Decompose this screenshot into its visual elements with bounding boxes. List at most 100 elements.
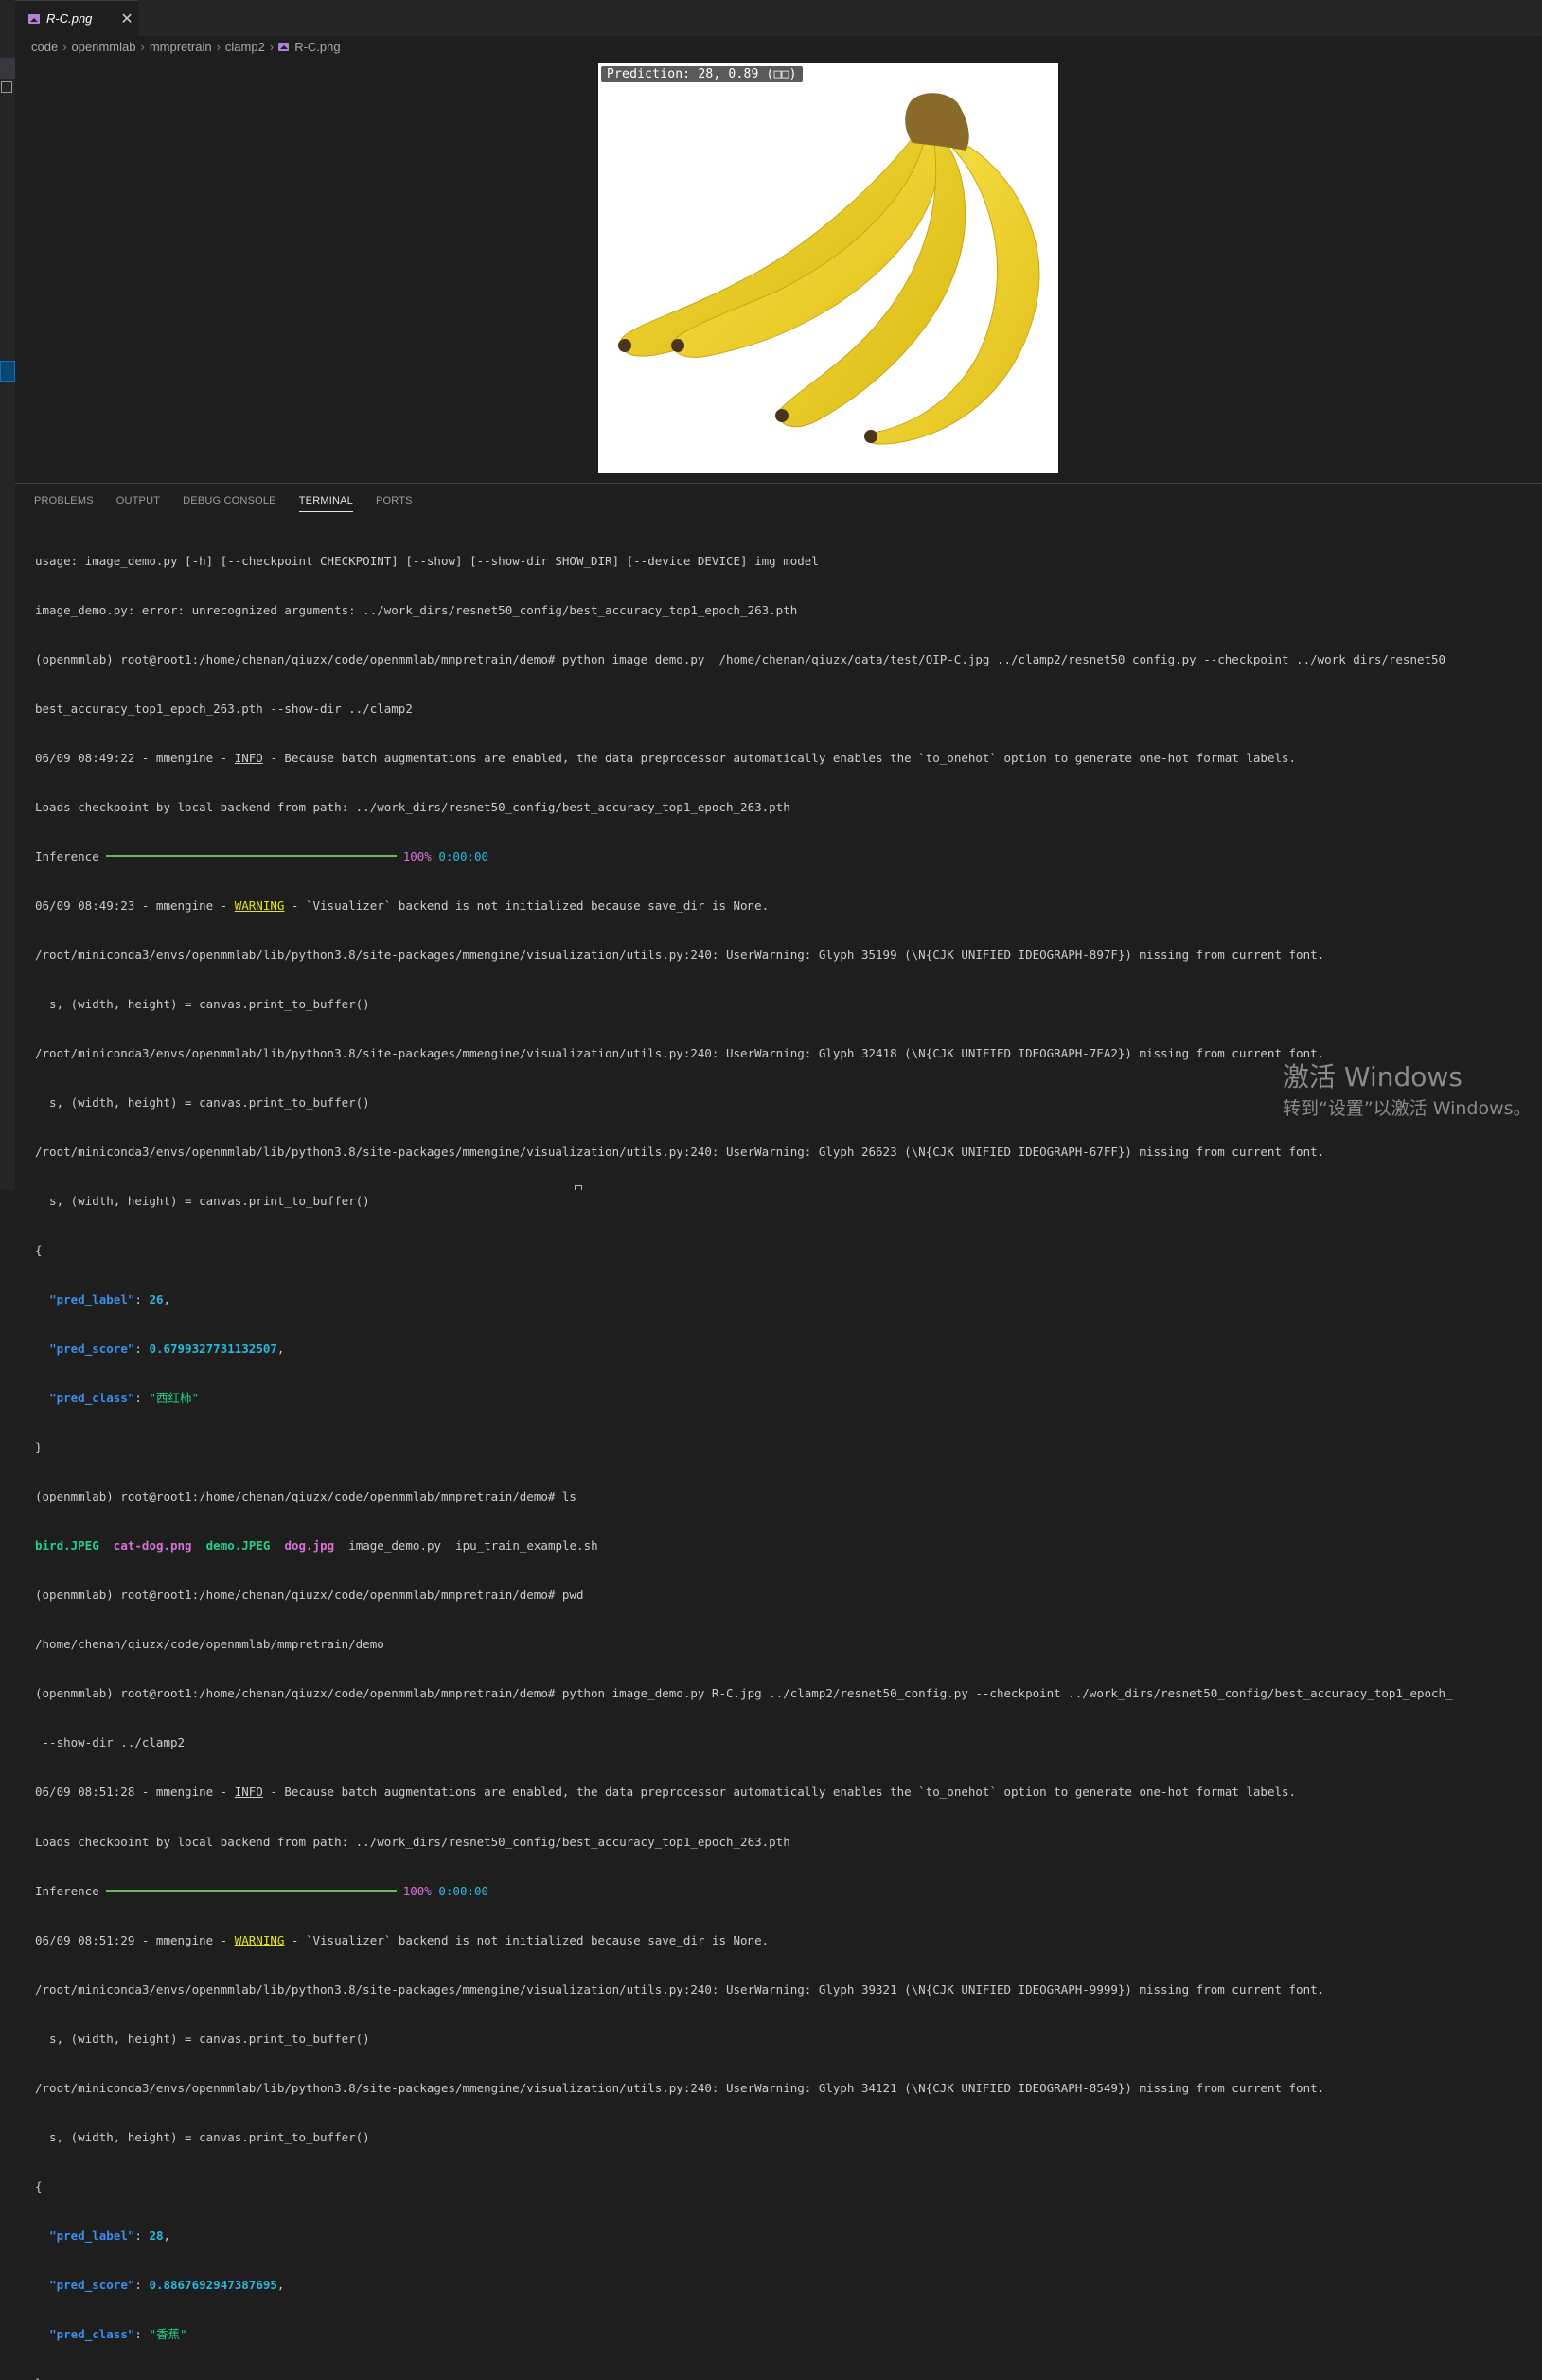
log-level-info: INFO bbox=[234, 750, 263, 765]
windows-activation-watermark: 激活 Windows 转到“设置”以激活 Windows。 bbox=[1283, 1060, 1532, 1123]
watermark-title: 激活 Windows bbox=[1283, 1061, 1462, 1092]
json-key: "pred_score" bbox=[49, 1341, 135, 1357]
terminal-line: Loads checkpoint by local backend from p… bbox=[35, 1834, 790, 1849]
terminal-line: s, (width, height) = canvas.print_to_buf… bbox=[35, 2129, 370, 2144]
terminal-line: "pred_class": "香蕉" bbox=[49, 2326, 187, 2341]
log-prefix: 06/09 08:49:22 - mmengine - bbox=[35, 750, 235, 765]
terminal-line: /home/chenan/qiuzx/code/openmmlab/mmpret… bbox=[35, 1637, 384, 1652]
terminal-line: { bbox=[35, 1243, 43, 1258]
tab-terminal[interactable]: TERMINAL bbox=[298, 484, 354, 516]
mouse-cursor bbox=[575, 1185, 582, 1190]
file-entry: dog.jpg bbox=[284, 1538, 335, 1554]
chevron-right-icon: › bbox=[216, 39, 221, 54]
terminal-line: bird.JPEG cat-dog.png demo.JPEG dog.jpg … bbox=[35, 1537, 1542, 1554]
terminal-line: usage: image_demo.py [-h] [--checkpoint … bbox=[35, 553, 819, 568]
progress-time: 0:00:00 bbox=[438, 848, 489, 863]
terminal-line: (openmmlab) root@root1:/home/chenan/qiuz… bbox=[35, 1588, 584, 1603]
terminal-line: 06/09 08:49:22 - mmengine - INFO - Becau… bbox=[35, 750, 1542, 766]
tab-output[interactable]: OUTPUT bbox=[116, 484, 160, 516]
breadcrumb-item-file[interactable]: R-C.png bbox=[294, 40, 340, 54]
terminal-output[interactable]: usage: image_demo.py [-h] [--checkpoint … bbox=[35, 520, 1542, 2380]
chevron-right-icon: › bbox=[140, 39, 145, 54]
terminal-line: (openmmlab) root@root1:/home/chenan/qiuz… bbox=[35, 1686, 1453, 1701]
terminal-line: Inference 100% 0:00:00 bbox=[35, 848, 1542, 864]
json-number: 0.6799327731132507 bbox=[149, 1341, 277, 1357]
terminal-line: 06/09 08:49:23 - mmengine - WARNING - `V… bbox=[35, 897, 1542, 914]
log-level-info: INFO bbox=[234, 1785, 263, 1800]
close-icon[interactable]: ✕ bbox=[120, 9, 133, 28]
json-key: "pred_class" bbox=[49, 1391, 135, 1406]
terminal-line: /root/miniconda3/envs/openmmlab/lib/pyth… bbox=[35, 1046, 1325, 1060]
log-prefix: 06/09 08:49:23 - mmengine - bbox=[35, 897, 235, 913]
editor-tab-bar: R-C.png ✕ bbox=[15, 0, 1542, 36]
tab-problems[interactable]: PROBLEMS bbox=[34, 484, 94, 516]
log-message: - Because batch augmentations are enable… bbox=[262, 1785, 1297, 1800]
tab-label: R-C.png bbox=[46, 11, 93, 26]
json-number: 26 bbox=[149, 1292, 164, 1307]
json-string: "西红柿" bbox=[149, 1391, 199, 1406]
banana-image bbox=[618, 93, 1040, 445]
file-entry: cat-dog.png bbox=[113, 1538, 192, 1554]
chevron-right-icon: › bbox=[62, 39, 67, 54]
log-prefix: 06/09 08:51:28 - mmengine - bbox=[35, 1785, 235, 1800]
log-message: - `Visualizer` backend is not initialize… bbox=[284, 1932, 770, 1947]
terminal-line: 06/09 08:51:28 - mmengine - INFO - Becau… bbox=[35, 1784, 1542, 1800]
terminal-line: /root/miniconda3/envs/openmmlab/lib/pyth… bbox=[35, 1145, 1325, 1160]
breadcrumb-item-mmpretrain[interactable]: mmpretrain bbox=[150, 40, 212, 54]
terminal-line: "pred_score": 0.8867692947387695, bbox=[49, 2277, 285, 2292]
terminal-line: "pred_label": 28, bbox=[49, 2228, 171, 2243]
terminal-line: 06/09 08:51:29 - mmengine - WARNING - `V… bbox=[35, 1932, 1542, 1948]
json-key: "pred_class" bbox=[49, 2326, 135, 2341]
log-level-warning: WARNING bbox=[234, 1932, 285, 1947]
prediction-label: Prediction: 28, 0.89 (□□) bbox=[601, 66, 803, 82]
panel-tabs: PROBLEMS OUTPUT DEBUG CONSOLE TERMINAL P… bbox=[34, 484, 435, 516]
breadcrumb-item-openmmlab[interactable]: openmmlab bbox=[72, 40, 136, 54]
log-prefix: 06/09 08:51:29 - mmengine - bbox=[35, 1932, 235, 1947]
progress-label: Inference bbox=[35, 1883, 99, 1898]
progress-percent: 100% bbox=[402, 1883, 432, 1898]
terminal-line: /root/miniconda3/envs/openmmlab/lib/pyth… bbox=[35, 1981, 1325, 1997]
terminal-line: /root/miniconda3/envs/openmmlab/lib/pyth… bbox=[35, 947, 1325, 962]
json-key: "pred_label" bbox=[49, 1292, 135, 1307]
terminal-line: } bbox=[35, 2375, 1542, 2380]
progress-percent: 100% bbox=[402, 848, 432, 863]
editor-tab-r-c-png[interactable]: R-C.png ✕ bbox=[15, 0, 138, 36]
progress-bar bbox=[105, 1889, 397, 1892]
file-entry: ipu_train_example.sh bbox=[455, 1538, 598, 1554]
json-number: 0.8867692947387695 bbox=[149, 2277, 277, 2292]
terminal-line: "pred_class": "西红柿" bbox=[49, 1391, 199, 1406]
json-string: "香蕉" bbox=[149, 2326, 187, 2341]
progress-bar bbox=[105, 854, 397, 857]
image-file-icon bbox=[278, 42, 290, 51]
tab-debug-console[interactable]: DEBUG CONSOLE bbox=[183, 484, 276, 516]
terminal-line: --show-dir ../clamp2 bbox=[35, 1735, 186, 1750]
watermark-subtitle: 转到“设置”以激活 Windows。 bbox=[1283, 1098, 1532, 1119]
json-number: 28 bbox=[149, 2228, 164, 2243]
breadcrumb-item-clamp2[interactable]: clamp2 bbox=[225, 40, 265, 54]
terminal-line: (openmmlab) root@root1:/home/chenan/qiuz… bbox=[35, 1489, 576, 1504]
json-key: "pred_label" bbox=[49, 2228, 135, 2243]
log-message: - `Visualizer` backend is not initialize… bbox=[284, 897, 770, 913]
progress-time: 0:00:00 bbox=[438, 1883, 489, 1898]
chevron-right-icon: › bbox=[269, 39, 275, 54]
terminal-line: Inference 100% 0:00:00 bbox=[35, 1883, 1542, 1899]
json-key: "pred_score" bbox=[49, 2277, 135, 2292]
terminal-line: Loads checkpoint by local backend from p… bbox=[35, 799, 790, 814]
terminal-line: s, (width, height) = canvas.print_to_buf… bbox=[35, 996, 370, 1011]
terminal-line: s, (width, height) = canvas.print_to_buf… bbox=[35, 2031, 370, 2046]
breadcrumb-item-code[interactable]: code bbox=[31, 40, 58, 54]
copy-icon[interactable] bbox=[1, 81, 12, 93]
terminal-line: image_demo.py: error: unrecognized argum… bbox=[35, 602, 798, 617]
progress-label: Inference bbox=[35, 848, 99, 863]
activity-bar-selected-item[interactable] bbox=[0, 361, 15, 382]
log-level-warning: WARNING bbox=[234, 897, 285, 913]
image-preview: Prediction: 28, 0.89 (□□) bbox=[598, 63, 1058, 473]
file-entry: demo.JPEG bbox=[205, 1538, 271, 1554]
terminal-line: best_accuracy_top1_epoch_263.pth --show-… bbox=[35, 701, 413, 716]
activity-bar-item[interactable] bbox=[0, 58, 15, 79]
log-message: - Because batch augmentations are enable… bbox=[262, 750, 1297, 765]
tab-ports[interactable]: PORTS bbox=[376, 484, 413, 516]
image-file-icon bbox=[28, 13, 40, 24]
activity-bar bbox=[0, 0, 15, 1190]
terminal-line: /root/miniconda3/envs/openmmlab/lib/pyth… bbox=[35, 2080, 1325, 2095]
